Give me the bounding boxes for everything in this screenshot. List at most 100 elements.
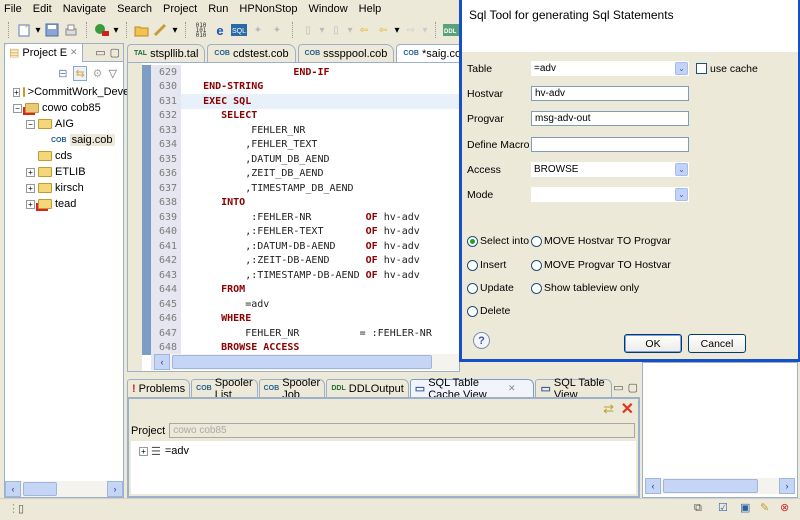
scroll-thumb[interactable] [172, 355, 432, 369]
radio-option[interactable]: Show tableview only [531, 282, 639, 294]
define-macro-input[interactable] [531, 137, 689, 152]
expand-icon[interactable]: + [139, 446, 148, 456]
e-icon[interactable]: e [212, 22, 228, 38]
menu-edit[interactable]: Edit [33, 3, 52, 15]
expand-icon[interactable]: + [26, 199, 35, 209]
help-icon[interactable]: ? [473, 332, 490, 349]
menu-window[interactable]: Window [309, 3, 348, 15]
wand-icon[interactable]: ✎ [760, 501, 769, 514]
error-log-icon[interactable]: ⊗ [780, 501, 789, 514]
tree-item[interactable]: + ☰ =adv [131, 443, 636, 459]
bottom-tab[interactable]: ! Problems [127, 379, 191, 397]
minimize-icon[interactable]: ▭ [95, 46, 105, 59]
new-icon[interactable]: * [16, 22, 32, 38]
progvar-input[interactable]: msg-adv-out [531, 111, 689, 126]
binary-icon[interactable]: 010 101 010 [193, 22, 209, 38]
table-combo[interactable]: =adv ⌄ [531, 61, 689, 76]
tree-item[interactable]: + >CommitWork_Deve [5, 84, 129, 100]
console-icon[interactable]: ▣ [740, 501, 750, 514]
tasks-icon[interactable]: ☑ [718, 501, 728, 514]
refresh-icon[interactable]: ⇄ [603, 401, 614, 417]
print-icon[interactable] [63, 22, 79, 38]
expand-icon[interactable]: + [13, 87, 20, 97]
tree-item[interactable]: + ETLIB [5, 164, 123, 180]
bottom-tab[interactable]: ▭ SQL Table View [535, 377, 613, 401]
radio-button[interactable] [467, 305, 478, 317]
delete-icon[interactable]: ✕ [621, 399, 634, 419]
menu-search[interactable]: Search [117, 3, 152, 15]
chevron-down-icon[interactable]: ⌄ [675, 62, 688, 75]
scroll-left-icon[interactable]: ‹ [154, 354, 170, 370]
radio-option[interactable]: Insert [467, 259, 506, 271]
minimize-icon[interactable]: ▭ [613, 381, 623, 394]
bottom-tab[interactable]: DDL DDLOutput [326, 379, 409, 397]
editor-tab[interactable]: COB sssppool.cob [297, 44, 395, 62]
dropdown-icon[interactable]: ▾ [172, 22, 178, 38]
chevron-down-icon[interactable]: ⌄ [675, 163, 688, 176]
editor-tab[interactable]: COB cdstest.cob [207, 44, 296, 62]
open-folder-icon[interactable] [134, 22, 150, 38]
tab-project-explorer[interactable]: ▤ Project E ✕ [5, 43, 83, 62]
menu-navigate[interactable]: Navigate [63, 3, 106, 15]
menu-help[interactable]: Help [359, 3, 382, 15]
fast-view-icon[interactable]: ▯ [18, 502, 24, 515]
scroll-left-icon[interactable]: ‹ [5, 481, 21, 497]
tree-item[interactable]: + tead [5, 196, 123, 212]
menu-run[interactable]: Run [208, 3, 228, 15]
bottom-tab[interactable]: ▭ SQL Table Cache View ✕ [409, 377, 535, 401]
bottom-tab[interactable]: COB Spooler Job [258, 377, 326, 401]
editor-tab[interactable]: TAL stspllib.tal [127, 44, 206, 62]
ddl-icon[interactable]: DDL [443, 22, 459, 38]
tree-item[interactable]: + kirsch [5, 180, 123, 196]
scroll-left-icon[interactable]: ‹ [645, 478, 661, 494]
dropdown-icon[interactable]: ▾ [394, 22, 400, 38]
bottom-tab[interactable]: COB Spooler List [191, 377, 258, 401]
expand-icon[interactable]: + [26, 183, 35, 193]
menu-file[interactable]: File [4, 3, 22, 15]
tree-item[interactable]: − AIG [5, 116, 123, 132]
run-icon[interactable] [94, 22, 110, 38]
expand-icon[interactable]: + [26, 167, 35, 177]
wand-icon[interactable] [153, 22, 169, 38]
radio-button[interactable] [531, 235, 542, 247]
radio-option[interactable]: Select into [467, 235, 529, 247]
radio-option[interactable]: Update [467, 282, 514, 294]
radio-button[interactable] [467, 259, 478, 271]
radio-button[interactable] [467, 282, 478, 294]
filter-icon[interactable]: ⚙ [93, 67, 103, 80]
scroll-right-icon[interactable]: › [779, 478, 795, 494]
tree-item[interactable]: − cowo cob85 [5, 100, 123, 116]
scroll-thumb[interactable] [663, 479, 758, 493]
last-edit-icon[interactable]: ⇦ [356, 22, 372, 38]
back-icon[interactable]: ⇦ [375, 22, 391, 38]
radio-option[interactable]: MOVE Progvar TO Hostvar [531, 259, 671, 271]
sql-icon[interactable]: SQL [231, 22, 247, 38]
code-editor[interactable]: 629 END-IF 630 END-STRING 631 EXEC SQL 632 … [127, 62, 460, 372]
cancel-button[interactable]: Cancel [688, 334, 746, 353]
collapse-all-icon[interactable]: ⊟ [58, 67, 67, 80]
save-icon[interactable] [44, 22, 60, 38]
tree-item[interactable]: COB saig.cob [5, 132, 123, 148]
right-hscrollbar[interactable]: ‹ › [645, 478, 795, 494]
close-icon[interactable]: ✕ [70, 47, 78, 58]
maximize-icon[interactable]: ▢ [110, 46, 120, 59]
ok-button[interactable]: OK [624, 334, 682, 353]
close-icon[interactable]: ✕ [508, 383, 516, 394]
project-hscrollbar[interactable]: ‹ › [5, 481, 123, 497]
collapse-icon[interactable]: − [13, 103, 22, 113]
restore-icon[interactable]: ⧉ [694, 502, 702, 515]
dropdown-icon[interactable]: ▾ [35, 22, 41, 38]
tree-item[interactable]: cds [5, 148, 123, 164]
dropdown-icon[interactable]: ▾ [113, 22, 119, 38]
scroll-right-icon[interactable]: › [107, 481, 123, 497]
editor-hscrollbar[interactable]: ‹ [154, 354, 459, 370]
maximize-icon[interactable]: ▢ [628, 381, 638, 394]
menu-project[interactable]: Project [163, 3, 197, 15]
hostvar-input[interactable]: hv-adv [531, 86, 689, 101]
mode-combo[interactable]: ⌄ [531, 187, 689, 202]
radio-button[interactable] [531, 259, 542, 271]
radio-option[interactable]: Delete [467, 305, 510, 317]
chevron-down-icon[interactable]: ⌄ [675, 188, 688, 201]
collapse-icon[interactable]: − [26, 119, 35, 129]
link-with-editor-icon[interactable]: ⇆ [73, 65, 87, 81]
